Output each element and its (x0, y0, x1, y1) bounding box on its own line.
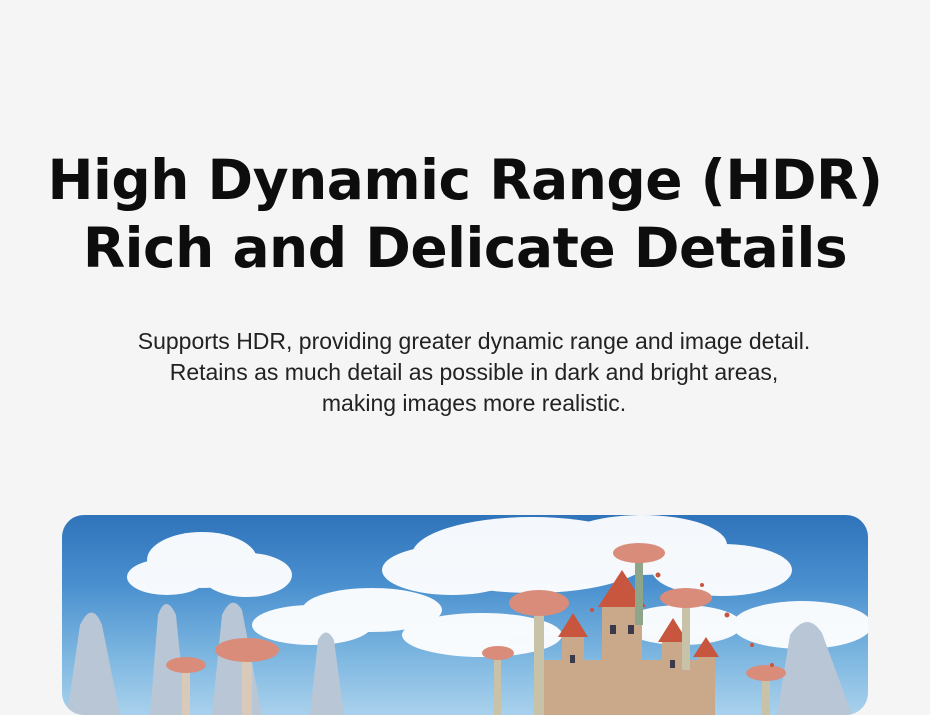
hero-image (62, 515, 868, 715)
headline-line-1: High Dynamic Range (HDR) (47, 148, 884, 212)
description-line-1: Supports HDR, providing greater dynamic … (137, 328, 811, 354)
headline-line-2: Rich and Delicate Details (82, 216, 848, 280)
description: Supports HDR, providing greater dynamic … (0, 326, 930, 419)
description-line-3: making images more realistic. (321, 390, 627, 416)
fantasy-landscape-illustration (67, 515, 868, 715)
description-line-2: Retains as much detail as possible in da… (169, 359, 779, 385)
headline: High Dynamic Range (HDR) Rich and Delica… (0, 146, 930, 282)
